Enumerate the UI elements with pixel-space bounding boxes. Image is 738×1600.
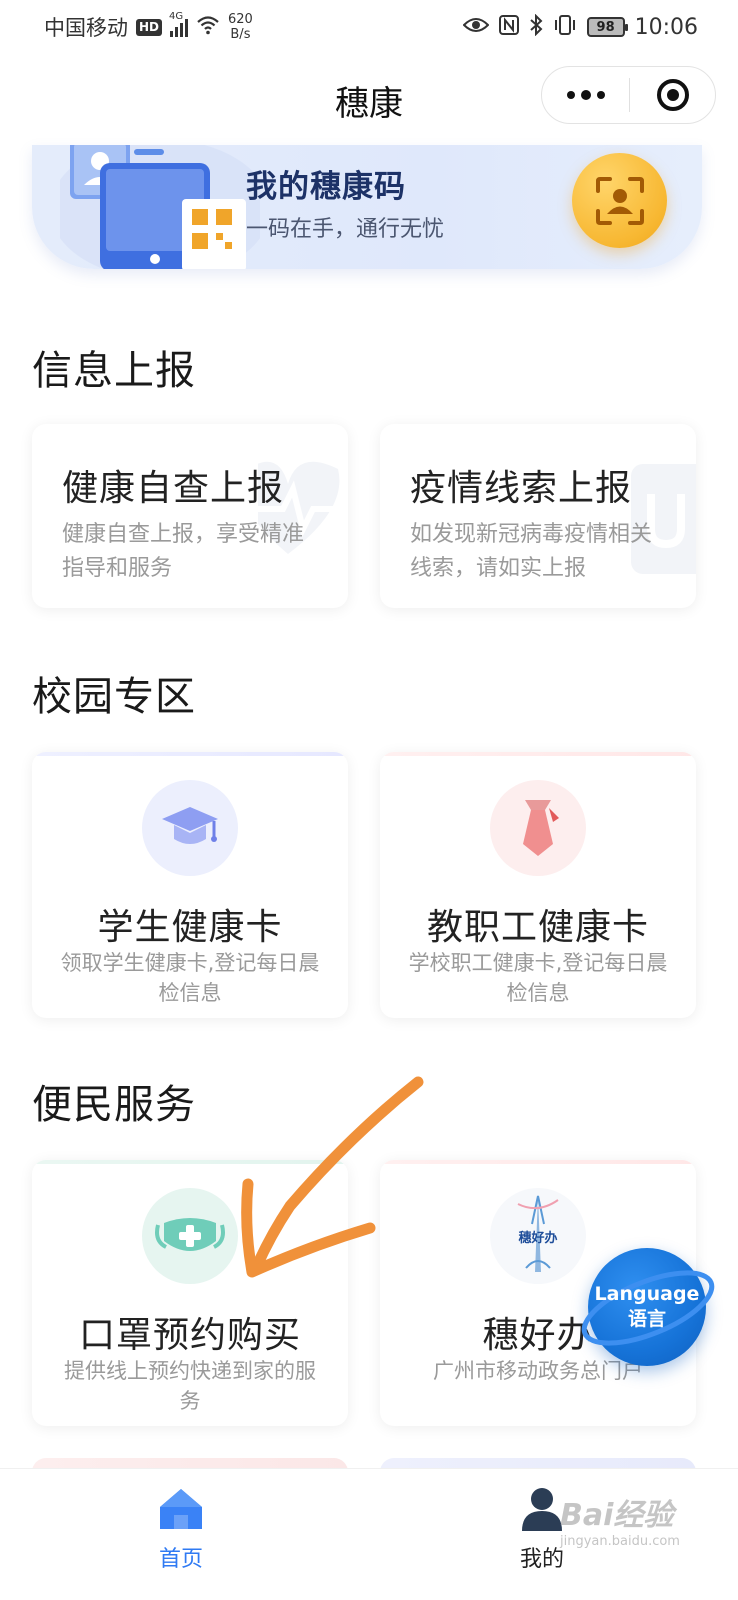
target-icon bbox=[656, 79, 689, 111]
card-staff-health[interactable]: 教职工健康卡 学校职工健康卡,登记每日晨检信息 bbox=[380, 752, 696, 1018]
section-title-report: 信息上报 bbox=[32, 348, 196, 394]
card-description: 领取学生健康卡,登记每日晨检信息 bbox=[60, 951, 320, 1005]
section-title-campus: 校园专区 bbox=[32, 674, 196, 720]
more-options-button[interactable] bbox=[542, 67, 629, 123]
card-title: 疫情线索上报 bbox=[410, 468, 633, 509]
network-speed: 620 B/s bbox=[228, 12, 253, 42]
card-description: 提供线上预约快递到家的服务 bbox=[64, 1359, 316, 1413]
bluetooth-icon bbox=[529, 13, 543, 41]
card-title: 教职工健康卡 bbox=[426, 907, 649, 948]
clock: 10:06 bbox=[634, 14, 698, 40]
status-left: 中国移动 HD 4G 620 B/s bbox=[44, 11, 253, 42]
face-scan-button[interactable] bbox=[572, 153, 667, 248]
face-scan-icon bbox=[595, 176, 644, 225]
graduation-cap-icon bbox=[142, 780, 238, 876]
nfc-icon bbox=[498, 14, 519, 40]
hd-badge: HD bbox=[136, 18, 163, 36]
speed-value: 620 bbox=[228, 12, 253, 27]
bottom-tab-bar: 首页 我的 bbox=[0, 1468, 738, 1600]
mini-program-capsule bbox=[541, 66, 716, 124]
language-label-zh: 语言 bbox=[627, 1308, 666, 1330]
card-title: 口罩预约购买 bbox=[78, 1315, 301, 1356]
more-dot bbox=[580, 90, 591, 100]
title-bar: 穗康 bbox=[0, 54, 738, 140]
user-icon bbox=[520, 1483, 564, 1531]
card-epidemic-clue[interactable]: 疫情线索上报 如发现新冠病毒疫情相关线索，请如实上报 bbox=[380, 424, 696, 608]
battery-level: 98 bbox=[596, 19, 615, 35]
vibrate-icon bbox=[553, 14, 577, 41]
status-bar: 中国移动 HD 4G 620 B/s 98 10:06 bbox=[0, 0, 738, 54]
card-description: 健康自查上报，享受精准指导和服务 bbox=[62, 522, 305, 581]
close-mini-program-button[interactable] bbox=[630, 67, 715, 123]
tab-mine[interactable]: 我的 bbox=[442, 1469, 642, 1600]
card-description: 学校职工健康卡,登记每日晨检信息 bbox=[408, 951, 668, 1005]
cellular-signal-icon: 4G bbox=[169, 11, 189, 37]
tab-label: 首页 bbox=[158, 1547, 203, 1572]
mask-icon bbox=[142, 1188, 238, 1284]
card-description: 如发现新冠病毒疫情相关线索，请如实上报 bbox=[410, 522, 653, 581]
card-title: 学生健康卡 bbox=[97, 907, 283, 948]
suihaoban-logo: 穗好办 bbox=[490, 1188, 586, 1284]
card-health-self-check[interactable]: 健康自查上报 健康自查上报，享受精准指导和服务 bbox=[32, 424, 348, 608]
health-code-subtitle: 一码在手，通行无忧 bbox=[246, 217, 445, 242]
suihaoban-logo-text: 穗好办 bbox=[518, 1230, 557, 1246]
section-title-service: 便民服务 bbox=[32, 1082, 196, 1128]
language-switch-button[interactable]: Language 语言 bbox=[581, 1248, 715, 1366]
more-dot bbox=[566, 91, 575, 99]
network-type: 4G bbox=[169, 11, 184, 22]
necktie-icon bbox=[490, 780, 586, 876]
card-title: 健康自查上报 bbox=[62, 468, 285, 509]
eye-icon bbox=[462, 15, 490, 39]
speed-unit: B/s bbox=[230, 27, 251, 42]
health-code-title: 我的穗康码 bbox=[246, 169, 406, 205]
tab-label: 我的 bbox=[519, 1547, 564, 1572]
wifi-icon bbox=[196, 15, 220, 40]
health-code-banner[interactable]: 我的穗康码 一码在手，通行无忧 bbox=[32, 145, 702, 269]
status-right: 98 10:06 bbox=[462, 13, 698, 41]
tab-home[interactable]: 首页 bbox=[81, 1469, 281, 1600]
carrier-name: 中国移动 bbox=[44, 16, 128, 40]
battery-icon: 98 bbox=[586, 17, 628, 37]
language-label-en: Language bbox=[594, 1283, 700, 1305]
more-dot bbox=[596, 91, 605, 99]
home-icon bbox=[158, 1483, 204, 1531]
health-code-illustration bbox=[60, 145, 260, 269]
card-student-health[interactable]: 学生健康卡 领取学生健康卡,登记每日晨检信息 bbox=[32, 752, 348, 1018]
card-mask-booking[interactable]: 口罩预约购买 提供线上预约快递到家的服务 bbox=[32, 1160, 348, 1426]
